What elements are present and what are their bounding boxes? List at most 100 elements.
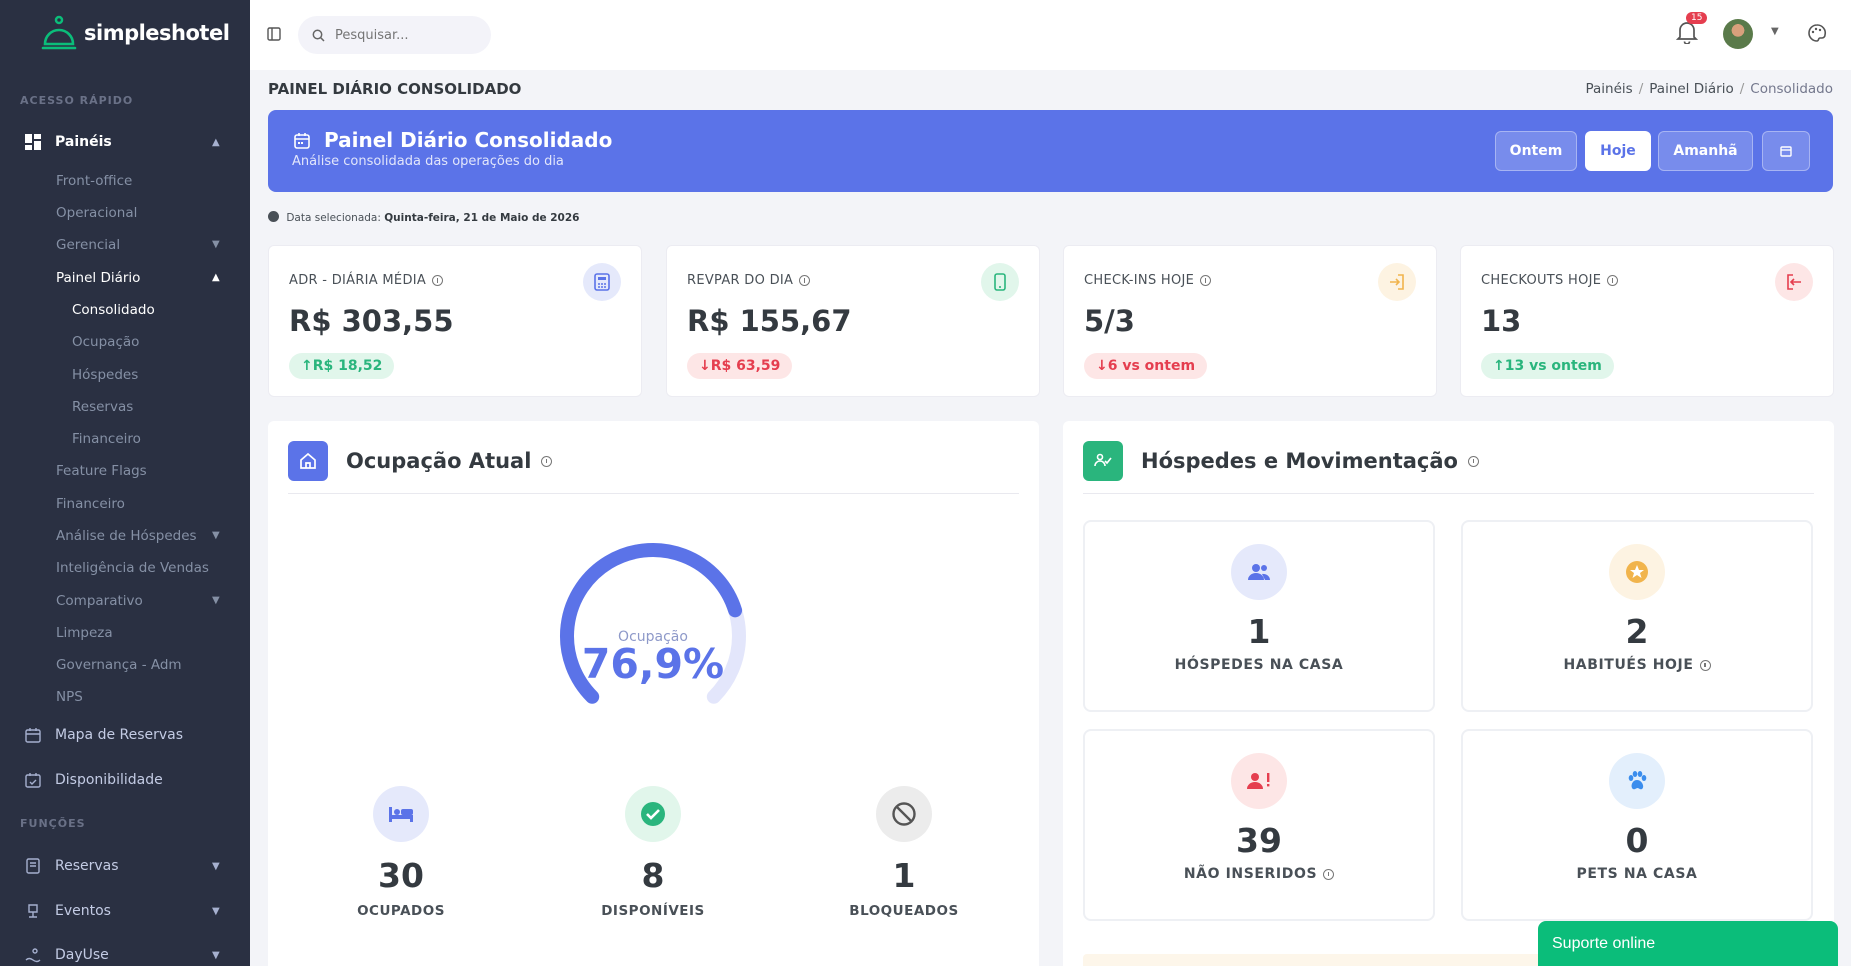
menu-eventos-label: Eventos bbox=[55, 903, 111, 919]
box-guests-in-house: 1 HÓSPEDES NA CASA bbox=[1083, 520, 1435, 712]
submenu-analise-hospedes[interactable]: Análise de Hóspedes ▼ bbox=[56, 524, 236, 548]
search-box[interactable] bbox=[298, 16, 491, 54]
info-icon[interactable] bbox=[1467, 455, 1479, 467]
submenu-reservas[interactable]: Reservas bbox=[72, 395, 133, 419]
breadcrumb-painel-diario[interactable]: Painel Diário bbox=[1649, 81, 1733, 97]
submenu-inteligencia-vendas[interactable]: Inteligência de Vendas bbox=[56, 556, 236, 580]
menu-disponibilidade[interactable]: Disponibilidade bbox=[0, 762, 250, 798]
submenu-feature-flags[interactable]: Feature Flags bbox=[56, 459, 236, 483]
submenu-nps[interactable]: NPS bbox=[56, 685, 236, 709]
menu-eventos[interactable]: Eventos ▼ bbox=[0, 893, 250, 929]
submenu-consolidado[interactable]: Consolidado bbox=[72, 298, 155, 322]
logo-text: simpleshotel bbox=[84, 21, 230, 45]
topbar: 15 ▼ bbox=[250, 0, 1851, 70]
dashboard-icon bbox=[25, 134, 41, 150]
occupancy-card-header: Ocupação Atual bbox=[288, 441, 553, 481]
calendar-icon bbox=[25, 728, 41, 743]
menu-reservas-label: Reservas bbox=[55, 858, 119, 874]
info-icon[interactable] bbox=[1607, 275, 1619, 286]
search-input[interactable] bbox=[335, 27, 475, 43]
info-icon[interactable] bbox=[432, 275, 444, 286]
menu-paineis[interactable]: Painéis ▲ bbox=[0, 124, 250, 160]
avatar[interactable] bbox=[1723, 19, 1753, 49]
sidebar-toggle-icon[interactable] bbox=[267, 27, 281, 41]
submenu-front-office[interactable]: Front-office bbox=[56, 169, 236, 193]
guests-title: Hóspedes e Movimentação bbox=[1141, 449, 1458, 473]
kpi-label-text: ADR - DIÁRIA MÉDIA bbox=[289, 273, 427, 288]
box-label-text: NÃO INSERIDOS bbox=[1183, 866, 1318, 882]
chevron-up-icon: ▲ bbox=[212, 272, 220, 283]
bed-icon bbox=[373, 786, 429, 842]
submenu-comparativo[interactable]: Comparativo ▼ bbox=[56, 589, 236, 613]
kpi-label-text: CHECK-INS HOJE bbox=[1084, 273, 1195, 288]
kpi-trend-badge: ↑ 13 vs ontem bbox=[1481, 353, 1614, 379]
logo[interactable]: simpleshotel bbox=[40, 14, 230, 52]
calendar-icon bbox=[1780, 146, 1792, 157]
home-icon bbox=[288, 441, 328, 481]
box-value: 0 bbox=[1625, 821, 1649, 860]
stat-occupied: 30 OCUPADOS bbox=[301, 786, 501, 919]
box-pets: 0 PETS NA CASA bbox=[1461, 729, 1813, 921]
info-icon bbox=[268, 211, 279, 222]
box-value: 39 bbox=[1236, 821, 1282, 860]
today-button[interactable]: Hoje bbox=[1585, 131, 1651, 171]
block-icon bbox=[876, 786, 932, 842]
info-icon[interactable] bbox=[1699, 659, 1711, 671]
submenu-gerencial-label: Gerencial bbox=[56, 237, 121, 253]
submenu-financeiro[interactable]: Financeiro bbox=[72, 427, 141, 451]
stat-value: 1 bbox=[892, 856, 916, 895]
info-icon[interactable] bbox=[1323, 868, 1335, 880]
arrow-down-icon: ↓ bbox=[1096, 358, 1108, 374]
submenu-financeiro-main[interactable]: Financeiro bbox=[56, 492, 236, 516]
stat-value: 8 bbox=[641, 856, 665, 895]
stat-label: BLOQUEADOS bbox=[849, 903, 959, 919]
palette-icon[interactable] bbox=[1807, 23, 1827, 43]
box-value: 1 bbox=[1247, 612, 1271, 651]
submenu-governanca[interactable]: Governança - Adm bbox=[56, 653, 236, 677]
user-alert-icon bbox=[1231, 753, 1287, 809]
submenu-operacional[interactable]: Operacional bbox=[56, 201, 236, 225]
yesterday-button[interactable]: Ontem bbox=[1495, 131, 1577, 171]
menu-mapa-reservas[interactable]: Mapa de Reservas bbox=[0, 717, 250, 753]
kpi-value: R$ 303,55 bbox=[289, 304, 454, 338]
kpi-trend-badge: ↓ 6 vs ontem bbox=[1084, 353, 1208, 379]
chevron-down-icon: ▼ bbox=[212, 239, 220, 250]
kpi-label: REVPAR DO DIA bbox=[687, 273, 811, 288]
support-chat-button[interactable]: Suporte online bbox=[1538, 921, 1838, 966]
breadcrumb-paineis[interactable]: Painéis bbox=[1585, 81, 1632, 97]
guests-card-header: Hóspedes e Movimentação bbox=[1083, 441, 1479, 481]
hero-subtitle: Análise consolidada das operações do dia bbox=[292, 154, 564, 169]
divider bbox=[1083, 493, 1814, 494]
kpi-trend-badge: ↓ R$ 63,59 bbox=[687, 353, 793, 379]
info-icon[interactable] bbox=[1200, 275, 1212, 286]
kpi-checkins: CHECK-INS HOJE 5/3 ↓ 6 vs ontem bbox=[1063, 245, 1437, 397]
submenu-hospedes[interactable]: Hóspedes bbox=[72, 363, 138, 387]
menu-dayuse[interactable]: DayUse ▼ bbox=[0, 937, 250, 966]
stat-value: 30 bbox=[378, 856, 424, 895]
submenu-comparativo-label: Comparativo bbox=[56, 593, 143, 609]
info-icon[interactable] bbox=[799, 275, 811, 286]
box-regulars-today: 2 HABITUÉS HOJE bbox=[1461, 520, 1813, 712]
notifications-button[interactable]: 15 bbox=[1675, 12, 1708, 46]
submenu-analise-hospedes-label: Análise de Hóspedes bbox=[56, 528, 197, 544]
submenu-limpeza[interactable]: Limpeza bbox=[56, 621, 236, 645]
star-icon bbox=[1609, 544, 1665, 600]
kpi-label-text: CHECKOUTS HOJE bbox=[1481, 273, 1602, 288]
alert-strip bbox=[1083, 954, 1583, 966]
tomorrow-button[interactable]: Amanhã bbox=[1658, 131, 1753, 171]
submenu-gerencial[interactable]: Gerencial ▼ bbox=[56, 233, 236, 257]
chevron-up-icon: ▲ bbox=[212, 136, 220, 148]
calendar-check-icon bbox=[25, 773, 41, 788]
section-quick-access: ACESSO RÁPIDO bbox=[20, 94, 134, 107]
submenu-painel-diario[interactable]: Painel Diário ▲ bbox=[56, 266, 236, 290]
submenu-ocupacao[interactable]: Ocupação bbox=[72, 330, 139, 354]
date-picker-button[interactable] bbox=[1762, 131, 1810, 171]
chevron-down-icon[interactable]: ▼ bbox=[1771, 26, 1779, 37]
chevron-down-icon: ▼ bbox=[212, 905, 220, 917]
occupancy-gauge: Ocupação 76,9% bbox=[560, 543, 746, 704]
chevron-down-icon: ▼ bbox=[212, 530, 220, 541]
kpi-value: 13 bbox=[1481, 304, 1522, 338]
selected-date: Data selecionada: Quinta-feira, 21 de Ma… bbox=[268, 211, 579, 224]
info-icon[interactable] bbox=[541, 455, 553, 467]
menu-reservas[interactable]: Reservas ▼ bbox=[0, 848, 250, 884]
